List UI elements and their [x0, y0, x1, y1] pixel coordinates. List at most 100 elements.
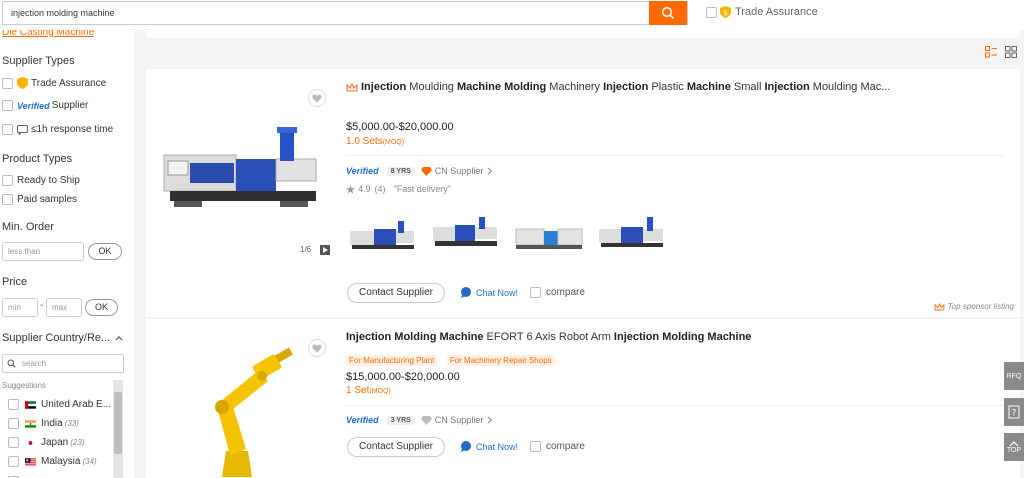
- country-item[interactable]: United Arab E...: [8, 399, 111, 410]
- title-segment: Injection: [764, 81, 810, 93]
- filter-verified-supplier[interactable]: Verified Supplier: [2, 100, 88, 111]
- supplier-info[interactable]: Verified 8 YRS CN Supplier: [346, 166, 493, 176]
- product-title[interactable]: Injection Moulding Machine Molding Machi…: [361, 81, 1011, 93]
- verified-logo: Verified: [17, 100, 50, 111]
- rfq-button[interactable]: RFQ: [1004, 362, 1024, 390]
- supplier-years: 8 YRS: [386, 166, 415, 176]
- min-order-ok-button[interactable]: OK: [88, 243, 122, 260]
- trade-assurance-checkbox[interactable]: [706, 6, 717, 18]
- country-count: (34): [82, 457, 97, 466]
- filter-sidebar: Die Casting Machine Supplier Types Trade…: [0, 30, 134, 478]
- chevron-up-icon[interactable]: [115, 335, 123, 341]
- category-link[interactable]: Die Casting Machine: [2, 30, 94, 38]
- filter-response-time[interactable]: ≤1h response time: [2, 124, 113, 135]
- chat-now-button[interactable]: Chat Now!: [460, 287, 518, 298]
- review-count: (4): [374, 184, 386, 194]
- price-ok-button[interactable]: OK: [85, 299, 118, 316]
- search-icon: [661, 6, 675, 20]
- chevron-right-icon: [488, 167, 493, 175]
- chat-bubble-icon: [17, 124, 28, 135]
- price-min-input[interactable]: min: [2, 298, 38, 317]
- title-segment: Machine: [686, 81, 731, 93]
- checkbox[interactable]: [2, 77, 13, 89]
- product-card[interactable]: 1/6 Injection Moulding Machine Molding M…: [146, 69, 1020, 317]
- checkbox[interactable]: [2, 124, 13, 135]
- country-item[interactable]: Malaysia (34): [8, 456, 97, 467]
- title-segment: Injection Molding Machine: [613, 331, 752, 343]
- price-heading: Price: [2, 276, 28, 288]
- filter-paid-samples[interactable]: Paid samples: [2, 194, 77, 205]
- heart-icon[interactable]: [308, 339, 326, 357]
- search-input[interactable]: [3, 2, 649, 24]
- uae-flag-icon: [25, 400, 36, 409]
- country-heading[interactable]: Supplier Country/Re...: [2, 332, 123, 344]
- verified-logo: Verified: [346, 166, 379, 176]
- search-box: [2, 1, 688, 25]
- diamond-icon: [420, 415, 432, 425]
- injection-machine-image: [160, 85, 332, 257]
- contact-supplier-button[interactable]: Contact Supplier: [347, 283, 445, 303]
- min-order-input[interactable]: less than: [2, 242, 84, 261]
- grid-view-glyph: [1005, 46, 1017, 58]
- checkbox[interactable]: [8, 418, 19, 429]
- country-item[interactable]: Japan (23): [8, 437, 84, 448]
- contact-supplier-button[interactable]: Contact Supplier: [347, 437, 445, 457]
- list-view-icon[interactable]: [985, 46, 997, 58]
- product-image[interactable]: 1/6: [160, 85, 332, 257]
- country-item[interactable]: India (33): [8, 418, 79, 429]
- title-segment: Machinery: [546, 81, 604, 93]
- thumbnail-4[interactable]: [595, 205, 669, 273]
- compare-checkbox[interactable]: [530, 287, 541, 298]
- compare-toggle[interactable]: compare: [530, 441, 585, 452]
- product-card[interactable]: Injection Molding Machine EFORT 6 Axis R…: [146, 319, 1020, 478]
- title-segment: Machine Molding: [457, 81, 547, 93]
- checkbox[interactable]: [8, 399, 19, 410]
- chat-now-button[interactable]: Chat Now!: [460, 441, 518, 452]
- help-icon: ?: [1008, 405, 1020, 419]
- compare-toggle[interactable]: compare: [530, 287, 585, 298]
- checkbox[interactable]: [8, 437, 19, 448]
- trade-assurance-icon: [17, 77, 28, 89]
- star-icon: [346, 184, 355, 194]
- checkbox[interactable]: [2, 100, 13, 111]
- product-moq: 1.0 Sets(MOQ): [346, 136, 404, 147]
- product-rating[interactable]: 4.9 (4) "Fast delivery": [346, 184, 451, 194]
- country-search-input[interactable]: search: [2, 354, 124, 373]
- product-types-heading: Product Types: [2, 153, 73, 165]
- japan-flag-icon: [25, 438, 36, 447]
- svg-text:?: ?: [1012, 409, 1017, 419]
- price-max-input[interactable]: max: [46, 298, 82, 317]
- heart-icon[interactable]: [308, 89, 326, 107]
- compare-checkbox[interactable]: [530, 441, 541, 452]
- country-name: India: [41, 418, 63, 429]
- trade-assurance-filter[interactable]: $ Trade Assurance: [706, 6, 818, 18]
- rfq-label: RFQ: [1006, 372, 1022, 380]
- checkbox[interactable]: [2, 194, 13, 205]
- checkbox[interactable]: [8, 456, 19, 467]
- thumbnail-2[interactable]: [429, 205, 503, 273]
- filter-ready-to-ship[interactable]: Ready to Ship: [2, 175, 80, 186]
- country-scrollbar-thumb[interactable]: [114, 392, 122, 454]
- thumbnail-3[interactable]: [512, 205, 586, 273]
- product-title[interactable]: Injection Molding Machine EFORT 6 Axis R…: [346, 331, 996, 343]
- title-segment: Injection: [603, 81, 649, 93]
- compare-label: compare: [546, 287, 585, 298]
- thumbnail-1[interactable]: [346, 205, 420, 273]
- image-counter: 1/6: [300, 245, 312, 254]
- diamond-icon: [420, 166, 432, 176]
- search-button[interactable]: [649, 1, 687, 25]
- checkbox[interactable]: [2, 175, 13, 186]
- content-header: [146, 30, 1020, 38]
- filter-trade-assurance[interactable]: Trade Assurance: [2, 77, 106, 89]
- country-count: (33): [64, 419, 79, 428]
- product-image[interactable]: [160, 331, 332, 478]
- title-segment: Injection Molding Machine: [346, 331, 484, 343]
- help-button[interactable]: ?: [1004, 398, 1024, 426]
- grid-view-icon[interactable]: [1005, 46, 1017, 58]
- filter-label: Supplier: [51, 100, 89, 111]
- country-count: (23): [70, 438, 85, 447]
- supplier-info[interactable]: Verified 3 YRS CN Supplier: [346, 415, 493, 425]
- review-quote: "Fast delivery": [393, 184, 451, 194]
- back-to-top-button[interactable]: TOP: [1004, 433, 1024, 461]
- play-video-icon[interactable]: [320, 245, 330, 255]
